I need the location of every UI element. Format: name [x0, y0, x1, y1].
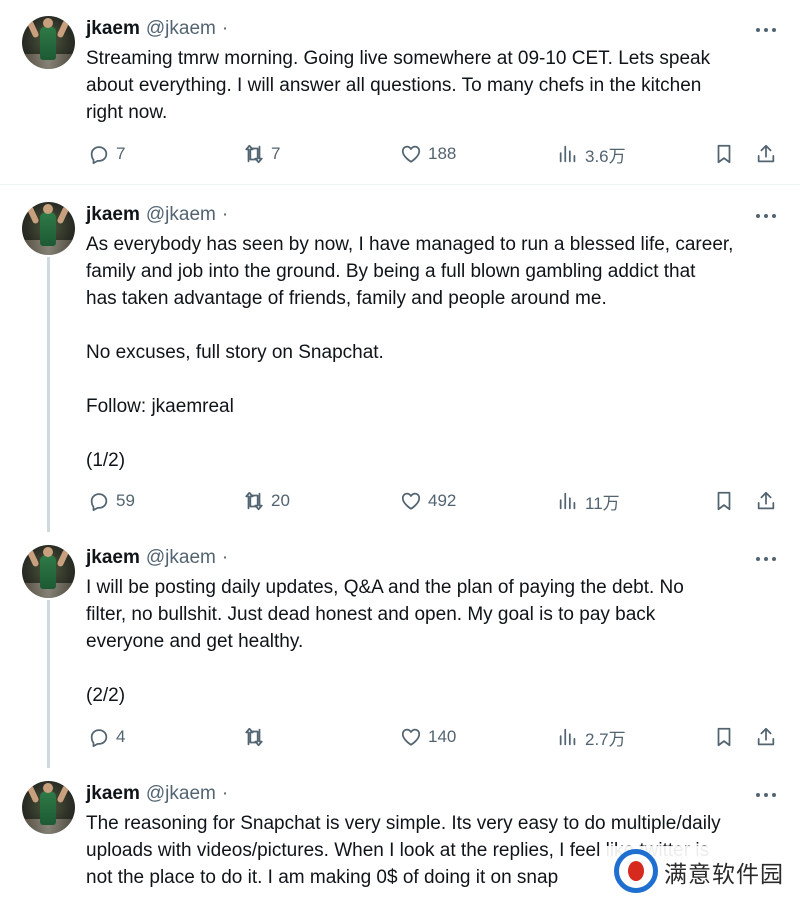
share-button[interactable]: [755, 141, 777, 167]
tweet-2[interactable]: jkaem @jkaem · As everybody has seen by …: [0, 185, 800, 532]
author-handle[interactable]: @jkaem: [146, 18, 216, 40]
author-handle[interactable]: @jkaem: [146, 204, 216, 226]
reply-count: 7: [116, 144, 126, 163]
bookmark-button[interactable]: [713, 141, 735, 167]
share-icon: [757, 727, 775, 746]
retweet-button[interactable]: 7: [243, 141, 280, 167]
tweet-actions: 7 7 188 3.6万: [0, 141, 800, 167]
views-count: 3.6万: [585, 146, 626, 166]
heart-icon: [401, 145, 421, 163]
tweet-header: jkaem @jkaem ·: [86, 202, 228, 228]
tweet-header: jkaem @jkaem ·: [86, 16, 228, 42]
more-icon[interactable]: [752, 206, 780, 226]
retweet-icon: [245, 144, 263, 164]
avatar[interactable]: [22, 781, 75, 834]
author-name[interactable]: jkaem: [86, 18, 140, 40]
like-count: 492: [428, 491, 457, 510]
author-name[interactable]: jkaem: [86, 204, 140, 226]
reply-button[interactable]: 7: [88, 141, 125, 167]
separator-dot: ·: [221, 783, 229, 804]
separator-dot: ·: [221, 547, 229, 568]
views-button[interactable]: 2.7万: [557, 724, 626, 750]
reply-count: 4: [116, 727, 126, 746]
retweet-count: 20: [271, 491, 290, 510]
retweet-button[interactable]: [243, 724, 271, 750]
more-icon[interactable]: [752, 549, 780, 569]
bookmark-icon: [717, 727, 731, 747]
tweet-3[interactable]: jkaem @jkaem · I will be posting daily u…: [0, 528, 800, 768]
heart-icon: [401, 728, 421, 746]
avatar[interactable]: [22, 545, 75, 598]
author-handle[interactable]: @jkaem: [146, 783, 216, 805]
tweet-header: jkaem @jkaem ·: [86, 545, 228, 571]
watermark-text: 满意软件园: [664, 862, 784, 888]
like-button[interactable]: 140: [400, 724, 456, 750]
tweet-header: jkaem @jkaem ·: [86, 781, 228, 807]
retweet-button[interactable]: 20: [243, 488, 290, 514]
bookmark-icon: [717, 144, 731, 164]
like-count: 140: [428, 727, 457, 746]
share-button[interactable]: [755, 724, 777, 750]
reply-icon: [90, 729, 108, 748]
more-icon[interactable]: [752, 20, 780, 40]
reply-icon: [90, 493, 108, 512]
author-name[interactable]: jkaem: [86, 547, 140, 569]
bookmark-button[interactable]: [713, 488, 735, 514]
views-icon: [559, 492, 576, 510]
bookmark-button[interactable]: [713, 724, 735, 750]
avatar[interactable]: [22, 16, 75, 69]
avatar[interactable]: [22, 202, 75, 255]
more-icon[interactable]: [752, 785, 780, 805]
views-button[interactable]: 3.6万: [557, 141, 626, 167]
tweet-text: As everybody has seen by now, I have man…: [86, 234, 734, 471]
tweet-actions: 4 140 2.7万: [0, 724, 800, 750]
reply-count: 59: [116, 491, 135, 510]
share-icon: [757, 144, 775, 163]
retweet-icon: [245, 727, 263, 747]
tweet-text: Streaming tmrw morning. Going live somew…: [86, 48, 711, 123]
reply-button[interactable]: 4: [88, 724, 125, 750]
tweet-actions: 59 20 492 11万: [0, 488, 800, 514]
views-count: 11万: [585, 493, 620, 513]
tweet-text: I will be posting daily updates, Q&A and…: [86, 577, 684, 706]
views-count: 2.7万: [585, 729, 626, 749]
views-icon: [559, 728, 576, 746]
share-icon: [757, 491, 775, 510]
tweet-1[interactable]: jkaem @jkaem · Streaming tmrw morning. G…: [0, 0, 800, 185]
heart-icon: [401, 492, 421, 510]
views-icon: [559, 145, 576, 163]
retweet-icon: [245, 491, 263, 511]
separator-dot: ·: [221, 18, 229, 39]
like-count: 188: [428, 144, 457, 163]
watermark-logo-icon: [614, 849, 660, 895]
like-button[interactable]: 188: [400, 141, 456, 167]
author-handle[interactable]: @jkaem: [146, 547, 216, 569]
author-name[interactable]: jkaem: [86, 783, 140, 805]
bookmark-icon: [717, 491, 731, 511]
share-button[interactable]: [755, 488, 777, 514]
separator-dot: ·: [221, 204, 229, 225]
views-button[interactable]: 11万: [557, 488, 620, 514]
reply-icon: [90, 146, 108, 165]
watermark: 满意软件园: [606, 846, 800, 898]
reply-button[interactable]: 59: [88, 488, 135, 514]
retweet-count: 7: [271, 144, 281, 163]
like-button[interactable]: 492: [400, 488, 456, 514]
